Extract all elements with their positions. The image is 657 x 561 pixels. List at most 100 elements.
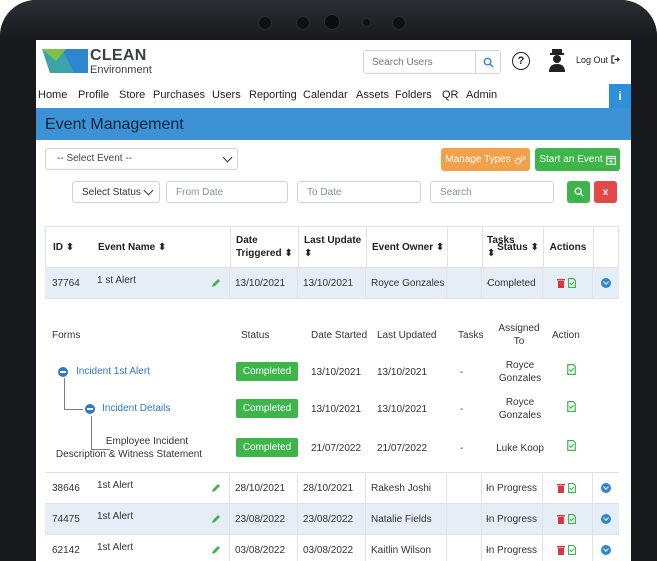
app-screen: CLEAN Environment ? Log Out xyxy=(36,40,631,561)
form-last-updated: 13/10/2021 xyxy=(377,367,428,378)
document-icon[interactable] xyxy=(567,364,576,375)
event-search-placeholder: Search xyxy=(440,187,472,198)
col-header-last-update[interactable]: Last Update ⬍ xyxy=(304,227,361,267)
divider xyxy=(229,504,230,534)
trash-icon[interactable] xyxy=(557,514,565,524)
nav-item-admin[interactable]: Admin xyxy=(466,89,497,101)
form-assigned-to: Royce Gonzales xyxy=(494,359,546,385)
divider xyxy=(446,473,447,503)
divider xyxy=(542,473,543,503)
row-actions xyxy=(557,483,576,493)
logout-link[interactable]: Log Out xyxy=(576,55,620,65)
event-search-field[interactable]: Search xyxy=(430,181,554,203)
nav-item-reporting[interactable]: Reporting xyxy=(249,89,297,101)
table-row[interactable]: 37764 1 st Alert 13/10/2021 13/10/2021 R… xyxy=(45,268,619,299)
pencil-icon[interactable] xyxy=(211,514,221,524)
cell-date-triggered: 28/10/2021 xyxy=(235,482,286,494)
expand-icon[interactable] xyxy=(601,483,611,493)
document-icon[interactable] xyxy=(568,545,576,555)
cogs-icon xyxy=(514,155,526,164)
help-icon[interactable]: ? xyxy=(512,52,530,70)
nav-item-folders[interactable]: Folders xyxy=(395,89,432,101)
info-icon[interactable]: i xyxy=(609,84,631,108)
nav-item-qr[interactable]: QR xyxy=(442,89,459,101)
col-header-id[interactable]: ID ⬍ xyxy=(53,227,74,267)
nav-item-purchases[interactable]: Purchases xyxy=(153,89,205,101)
chevron-down-icon xyxy=(143,185,154,196)
pencil-icon[interactable] xyxy=(211,483,221,493)
cell-event-name: 1st Alert xyxy=(97,511,134,522)
trash-icon[interactable] xyxy=(557,545,565,555)
assigned-line: Gonzales xyxy=(498,373,542,384)
nav-item-profile[interactable]: Profile xyxy=(78,89,109,101)
expand-icon[interactable] xyxy=(601,278,611,288)
nav-item-assets[interactable]: Assets xyxy=(356,89,389,101)
table-row[interactable]: 62142 1st Alert 03/08/2022 03/08/2022 Ka… xyxy=(45,535,619,561)
divider xyxy=(542,535,543,561)
expand-icon[interactable] xyxy=(601,514,611,524)
table-row[interactable]: 38646 1st Alert 28/10/2021 28/10/2021 Ra… xyxy=(45,473,619,504)
form-link-incident-details[interactable]: Incident Details xyxy=(102,403,170,414)
divider xyxy=(230,227,231,267)
trash-icon[interactable] xyxy=(557,278,565,288)
divider xyxy=(593,227,594,267)
collapse-icon[interactable] xyxy=(58,367,68,377)
divider xyxy=(592,473,593,503)
document-icon[interactable] xyxy=(567,401,576,412)
nav-item-calendar[interactable]: Calendar xyxy=(303,89,348,101)
assigned-line: Gonzales xyxy=(498,410,542,421)
start-event-label: Start an Event xyxy=(539,154,603,165)
col-header-event-name[interactable]: Event Name ⬍ xyxy=(98,227,166,267)
detail-header-action: Action xyxy=(552,330,580,341)
pencil-icon[interactable] xyxy=(211,278,221,288)
nav-item-users[interactable]: Users xyxy=(212,89,241,101)
apply-filter-button[interactable] xyxy=(567,181,590,203)
nav-item-home[interactable]: Home xyxy=(38,89,67,101)
start-event-button[interactable]: Start an Event xyxy=(535,148,620,171)
form-assigned-to: Royce Gonzales xyxy=(494,396,546,422)
logo-tagline: Environment xyxy=(90,64,152,76)
divider xyxy=(229,535,230,561)
user-search-input[interactable] xyxy=(364,51,476,73)
collapse-icon[interactable] xyxy=(85,404,95,414)
document-icon[interactable] xyxy=(568,483,576,493)
divider xyxy=(365,473,366,503)
divider xyxy=(542,268,543,298)
trash-icon[interactable] xyxy=(557,483,565,493)
divider xyxy=(446,268,447,298)
form-assigned-to: Luke Koop xyxy=(496,443,544,454)
page-title: Event Management xyxy=(45,116,184,133)
document-icon[interactable] xyxy=(568,514,576,524)
form-tasks: - xyxy=(460,443,464,454)
form-link-incident-1st-alert[interactable]: Incident 1st Alert xyxy=(76,366,150,377)
col-header-date-triggered[interactable]: Date Triggered ⬍ xyxy=(236,227,293,267)
cell-status: Completed xyxy=(487,277,536,289)
user-search-button[interactable] xyxy=(475,51,500,73)
from-date-field[interactable]: From Date xyxy=(166,181,288,203)
col-header-event-owner[interactable]: Event Owner ⬍ xyxy=(372,227,444,267)
select-event-dropdown[interactable]: -- Select Event -- xyxy=(45,148,238,170)
divider xyxy=(297,504,298,534)
user-icon[interactable] xyxy=(548,48,566,74)
form-status-badge: Completed xyxy=(236,438,298,457)
form-date-started: 13/10/2021 xyxy=(311,404,362,415)
app-header: CLEAN Environment ? Log Out xyxy=(36,40,631,84)
manage-types-button[interactable]: Manage Types xyxy=(441,148,530,171)
table-row[interactable]: 74475 1st Alert 23/08/2022 23/08/2022 Na… xyxy=(45,504,619,535)
divider xyxy=(297,268,298,298)
logo-name: CLEAN xyxy=(90,47,147,64)
select-status-dropdown[interactable]: Select Status xyxy=(72,181,160,203)
form-tasks: - xyxy=(460,367,464,378)
col-header-line: Date xyxy=(236,235,258,246)
select-status-value: Select Status xyxy=(82,187,141,198)
pencil-icon[interactable] xyxy=(211,545,221,555)
clear-filter-button[interactable]: x xyxy=(594,181,617,203)
nav-item-store[interactable]: Store xyxy=(119,89,145,101)
document-icon[interactable] xyxy=(567,440,576,451)
col-header-status[interactable]: Status ⬍ xyxy=(492,227,544,267)
to-date-field[interactable]: To Date xyxy=(297,181,421,203)
document-icon[interactable] xyxy=(568,278,576,288)
expand-icon[interactable] xyxy=(601,545,611,555)
form-link-employee-incident[interactable]: Employee Incident Description & Witness … xyxy=(45,435,213,461)
logout-icon xyxy=(610,55,620,64)
